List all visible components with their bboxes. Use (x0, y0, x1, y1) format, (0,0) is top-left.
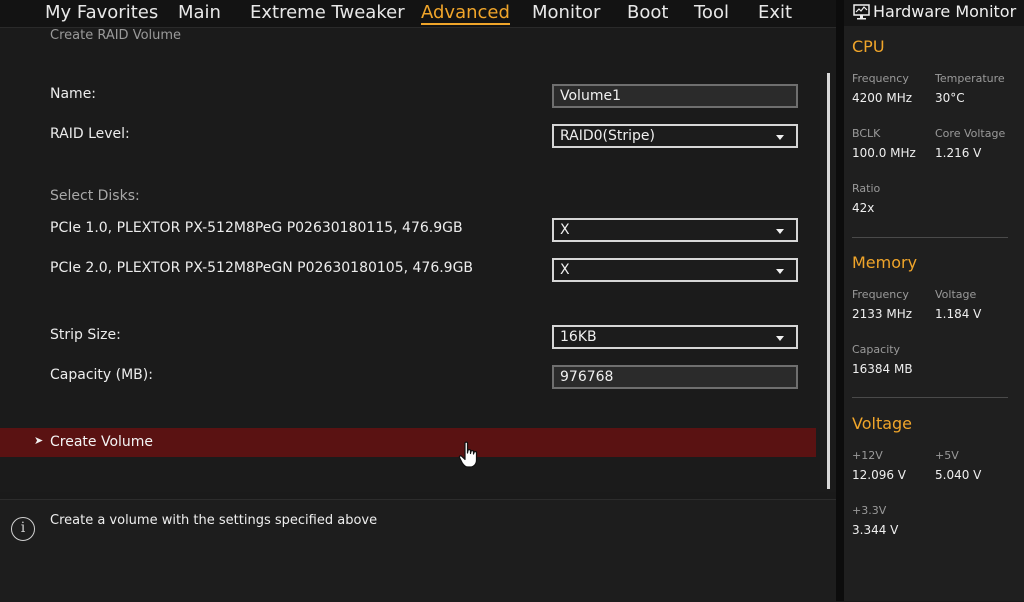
v5-value: 5.040 V (935, 468, 982, 482)
help-bar: i Create a volume with the settings spec… (0, 499, 836, 602)
v12-label: +12V (852, 449, 883, 462)
menu-tool[interactable]: Tool (694, 2, 729, 23)
cpu-core-voltage-label: Core Voltage (935, 127, 1006, 140)
monitor-icon (853, 4, 870, 20)
chevron-down-icon (776, 336, 784, 341)
raid-level-label: RAID Level: (50, 126, 130, 142)
menu-advanced[interactable]: Advanced (421, 2, 510, 25)
chevron-down-icon (776, 269, 784, 274)
v5-label: +5V (935, 449, 959, 462)
menu-boot[interactable]: Boot (627, 2, 668, 23)
select-disks-label: Select Disks: (50, 188, 140, 204)
strip-size-value: 16KB (560, 329, 597, 345)
panel-divider (836, 0, 844, 601)
cpu-bclk-label: BCLK (852, 127, 881, 140)
scrollbar[interactable] (827, 73, 830, 489)
create-volume-button[interactable]: ➤ Create Volume (0, 428, 816, 457)
raid-settings-panel: Create RAID Volume Name: Volume1 RAID Le… (0, 28, 836, 492)
cpu-temperature-value: 30°C (935, 91, 965, 105)
memory-frequency-label: Frequency (852, 288, 909, 301)
create-volume-label: Create Volume (50, 434, 154, 450)
v12-value: 12.096 V (852, 468, 907, 482)
voltage-section-title: Voltage (852, 414, 913, 433)
hand-cursor-icon (458, 441, 478, 468)
disk-2-value: X (560, 262, 570, 278)
memory-capacity-value: 16384 MB (852, 362, 913, 376)
top-menu-bar: My Favorites Main Extreme Tweaker Advanc… (0, 0, 836, 28)
capacity-label: Capacity (MB): (50, 367, 153, 383)
cpu-ratio-value: 42x (852, 201, 875, 215)
name-field-value: Volume1 (560, 88, 621, 104)
raid-level-value: RAID0(Stripe) (560, 128, 655, 144)
help-text: Create a volume with the settings specif… (50, 513, 378, 528)
cpu-bclk-value: 100.0 MHz (852, 146, 916, 160)
page-title: Create RAID Volume (50, 28, 182, 43)
menu-main[interactable]: Main (178, 2, 221, 23)
memory-voltage-value: 1.184 V (935, 307, 982, 321)
memory-frequency-value: 2133 MHz (852, 307, 913, 321)
raid-level-select[interactable]: RAID0(Stripe) (552, 124, 798, 148)
strip-size-label: Strip Size: (50, 327, 121, 343)
hardware-monitor-header: Hardware Monitor (844, 0, 1024, 26)
capacity-field-value: 976768 (560, 369, 614, 385)
cpu-frequency-value: 4200 MHz (852, 91, 913, 105)
memory-section-title: Memory (852, 253, 918, 272)
name-label: Name: (50, 86, 97, 102)
info-icon: i (11, 517, 35, 541)
arrow-right-icon: ➤ (34, 434, 44, 447)
disk-1-value: X (560, 222, 570, 238)
name-field[interactable]: Volume1 (552, 84, 798, 108)
memory-capacity-label: Capacity (852, 343, 901, 356)
menu-monitor[interactable]: Monitor (532, 2, 600, 23)
disk-2-select[interactable]: X (552, 258, 798, 282)
strip-size-select[interactable]: 16KB (552, 325, 798, 349)
divider (852, 237, 1008, 238)
disk-1-label: PCIe 1.0, PLEXTOR PX-512M8PeG P026301801… (50, 220, 463, 236)
cpu-frequency-label: Frequency (852, 72, 909, 85)
hardware-monitor-title: Hardware Monitor (873, 2, 1017, 21)
capacity-field: 976768 (552, 365, 798, 389)
v33-value: 3.344 V (852, 523, 899, 537)
hardware-monitor-panel: Hardware Monitor CPU Frequency 4200 MHz … (844, 0, 1024, 601)
cpu-temperature-label: Temperature (935, 72, 1005, 85)
cpu-section-title: CPU (852, 37, 885, 56)
menu-exit[interactable]: Exit (758, 2, 792, 23)
cpu-core-voltage-value: 1.216 V (935, 146, 982, 160)
menu-my-favorites[interactable]: My Favorites (45, 2, 158, 23)
v33-label: +3.3V (852, 504, 887, 517)
memory-voltage-label: Voltage (935, 288, 977, 301)
disk-1-select[interactable]: X (552, 218, 798, 242)
chevron-down-icon (776, 135, 784, 140)
menu-extreme-tweaker[interactable]: Extreme Tweaker (250, 2, 405, 23)
divider (852, 397, 1008, 398)
chevron-down-icon (776, 229, 784, 234)
cpu-ratio-label: Ratio (852, 182, 881, 195)
disk-2-label: PCIe 2.0, PLEXTOR PX-512M8PeGN P02630180… (50, 260, 474, 276)
